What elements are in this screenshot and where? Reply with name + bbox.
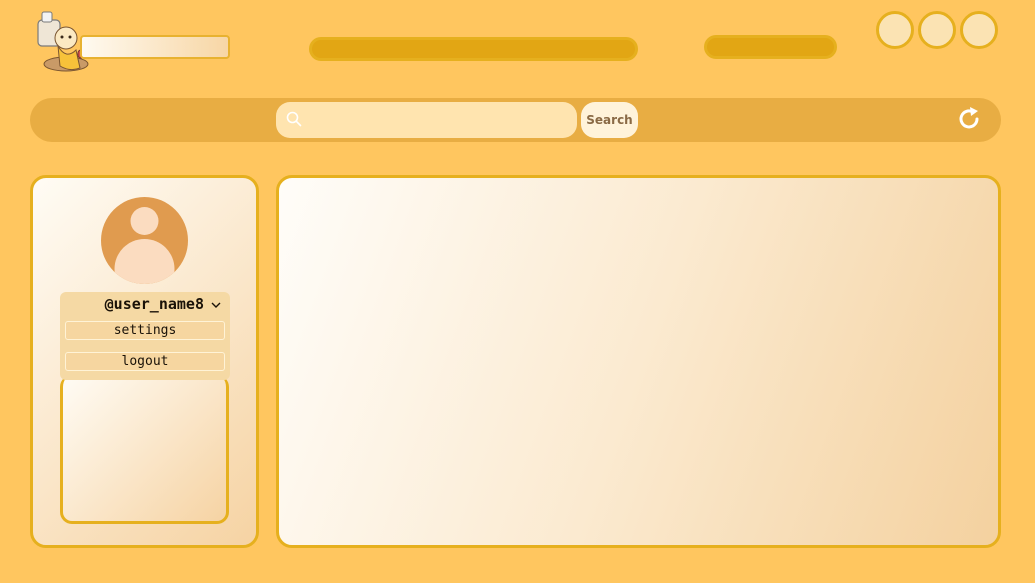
top-action-bar[interactable] xyxy=(704,35,837,59)
username-toggle[interactable]: @user_name8 xyxy=(60,292,230,316)
refresh-icon[interactable] xyxy=(955,105,983,133)
circle-button-3[interactable] xyxy=(960,11,998,49)
top-nav-bar[interactable] xyxy=(309,37,638,61)
settings-button[interactable]: settings xyxy=(65,321,225,340)
circle-button-1[interactable] xyxy=(876,11,914,49)
circle-button-2[interactable] xyxy=(918,11,956,49)
logout-button[interactable]: logout xyxy=(65,352,225,371)
username-label: @user_name8 xyxy=(104,295,204,313)
profile-content-panel xyxy=(60,375,229,524)
main-content-panel xyxy=(276,175,1001,548)
search-icon xyxy=(286,111,302,127)
logo-title-bar xyxy=(80,35,230,59)
user-avatar-icon[interactable] xyxy=(101,197,188,284)
search-input[interactable] xyxy=(276,102,577,138)
search-button[interactable]: Search xyxy=(581,102,638,138)
chevron-down-icon xyxy=(210,298,222,310)
